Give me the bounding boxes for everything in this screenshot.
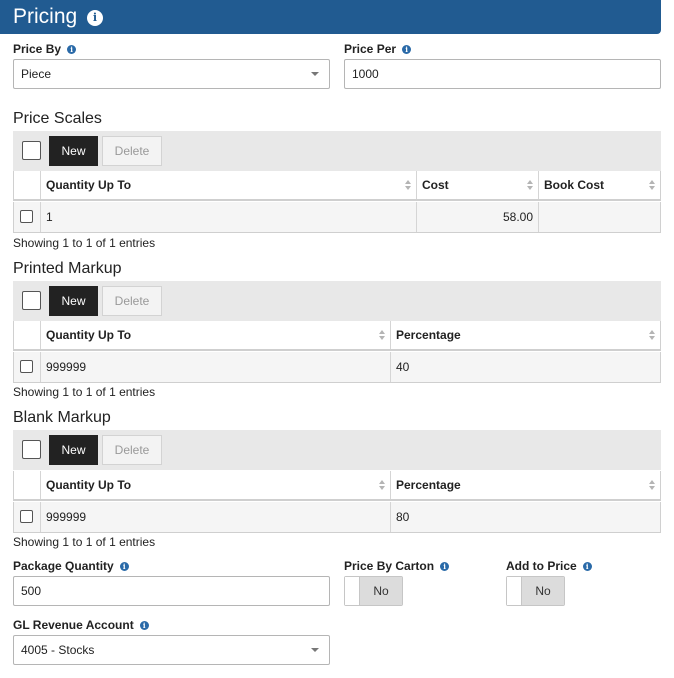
- row-checkbox[interactable]: [20, 510, 33, 523]
- blank-markup-header-row: Quantity Up To Percentage: [13, 471, 661, 501]
- cell-percentage: 40: [390, 352, 660, 382]
- info-icon[interactable]: i: [582, 562, 592, 571]
- sort-icon: [649, 180, 655, 191]
- column-header-quantity[interactable]: Quantity Up To: [40, 471, 390, 499]
- price-by-carton-toggle[interactable]: No: [344, 576, 403, 606]
- chevron-down-icon: [311, 72, 319, 76]
- new-button[interactable]: New: [49, 136, 98, 166]
- price-per-value: 1000: [352, 67, 379, 81]
- price-scales-title: Price Scales: [13, 110, 102, 127]
- column-header-quantity[interactable]: Quantity Up To: [40, 171, 416, 199]
- cell-quantity: 999999: [40, 352, 390, 382]
- price-scales-toolbar: New Delete: [13, 131, 661, 171]
- column-header-quantity[interactable]: Quantity Up To: [40, 321, 390, 349]
- price-per-label: Price Per i: [344, 42, 412, 56]
- gl-revenue-account-select[interactable]: 4005 - Stocks: [13, 635, 330, 665]
- printed-markup-header-row: Quantity Up To Percentage: [13, 321, 661, 351]
- column-header-percentage[interactable]: Percentage: [390, 471, 660, 499]
- info-icon[interactable]: i: [440, 562, 450, 571]
- toggle-state: No: [522, 577, 564, 605]
- new-button[interactable]: New: [49, 435, 98, 465]
- cell-cost: 58.00: [416, 202, 538, 232]
- table-row[interactable]: 1 58.00: [13, 202, 661, 233]
- column-header-book-cost[interactable]: Book Cost: [538, 171, 660, 199]
- sort-icon: [649, 330, 655, 341]
- sort-icon: [649, 480, 655, 491]
- package-quantity-value: 500: [21, 584, 42, 598]
- info-icon[interactable]: i: [87, 10, 103, 26]
- blank-markup-toolbar: New Delete: [13, 430, 661, 470]
- price-scales-header-row: Quantity Up To Cost Book Cost: [13, 171, 661, 201]
- sort-icon: [379, 330, 385, 341]
- printed-markup-title: Printed Markup: [13, 260, 122, 277]
- price-by-select[interactable]: Piece: [13, 59, 330, 89]
- info-icon[interactable]: i: [119, 562, 129, 571]
- toggle-knob: [345, 577, 360, 605]
- info-icon[interactable]: i: [402, 45, 412, 54]
- page-title: Pricing: [13, 5, 78, 28]
- add-to-price-label: Add to Price i: [506, 559, 592, 573]
- gl-revenue-account-value: 4005 - Stocks: [21, 643, 95, 657]
- printed-markup-entries-info: Showing 1 to 1 of 1 entries: [13, 385, 156, 399]
- row-checkbox[interactable]: [20, 360, 33, 373]
- toggle-state: No: [360, 577, 402, 605]
- new-button[interactable]: New: [49, 286, 98, 316]
- delete-button[interactable]: Delete: [102, 136, 162, 166]
- printed-markup-toolbar: New Delete: [13, 281, 661, 321]
- price-by-value: Piece: [21, 67, 52, 81]
- blank-markup-title: Blank Markup: [13, 409, 111, 426]
- table-row[interactable]: 999999 80: [13, 502, 661, 533]
- toggle-knob: [507, 577, 522, 605]
- price-by-carton-label: Price By Carton i: [344, 559, 450, 573]
- info-icon[interactable]: i: [67, 45, 77, 54]
- table-row[interactable]: 999999 40: [13, 352, 661, 383]
- delete-button[interactable]: Delete: [102, 286, 162, 316]
- pricing-header: Pricing i: [0, 0, 661, 34]
- price-per-input[interactable]: 1000: [344, 59, 661, 89]
- row-checkbox[interactable]: [20, 210, 33, 223]
- cell-book-cost: [538, 202, 660, 232]
- sort-icon: [405, 180, 411, 191]
- price-by-label: Price By i: [13, 42, 77, 56]
- sort-icon: [379, 480, 385, 491]
- column-header-cost[interactable]: Cost: [416, 171, 538, 199]
- blank-markup-entries-info: Showing 1 to 1 of 1 entries: [13, 535, 156, 549]
- cell-quantity: 999999: [40, 502, 390, 532]
- cell-quantity: 1: [40, 202, 416, 232]
- package-quantity-label: Package Quantity i: [13, 559, 129, 573]
- package-quantity-input[interactable]: 500: [13, 576, 330, 606]
- cell-percentage: 80: [390, 502, 660, 532]
- select-all-checkbox[interactable]: [22, 141, 41, 160]
- add-to-price-toggle[interactable]: No: [506, 576, 565, 606]
- sort-icon: [527, 180, 533, 191]
- gl-revenue-account-label: GL Revenue Account i: [13, 618, 149, 632]
- info-icon[interactable]: i: [139, 621, 149, 630]
- select-all-checkbox[interactable]: [22, 440, 41, 459]
- column-header-percentage[interactable]: Percentage: [390, 321, 660, 349]
- select-all-checkbox[interactable]: [22, 291, 41, 310]
- price-scales-entries-info: Showing 1 to 1 of 1 entries: [13, 236, 156, 250]
- chevron-down-icon: [311, 648, 319, 652]
- delete-button[interactable]: Delete: [102, 435, 162, 465]
